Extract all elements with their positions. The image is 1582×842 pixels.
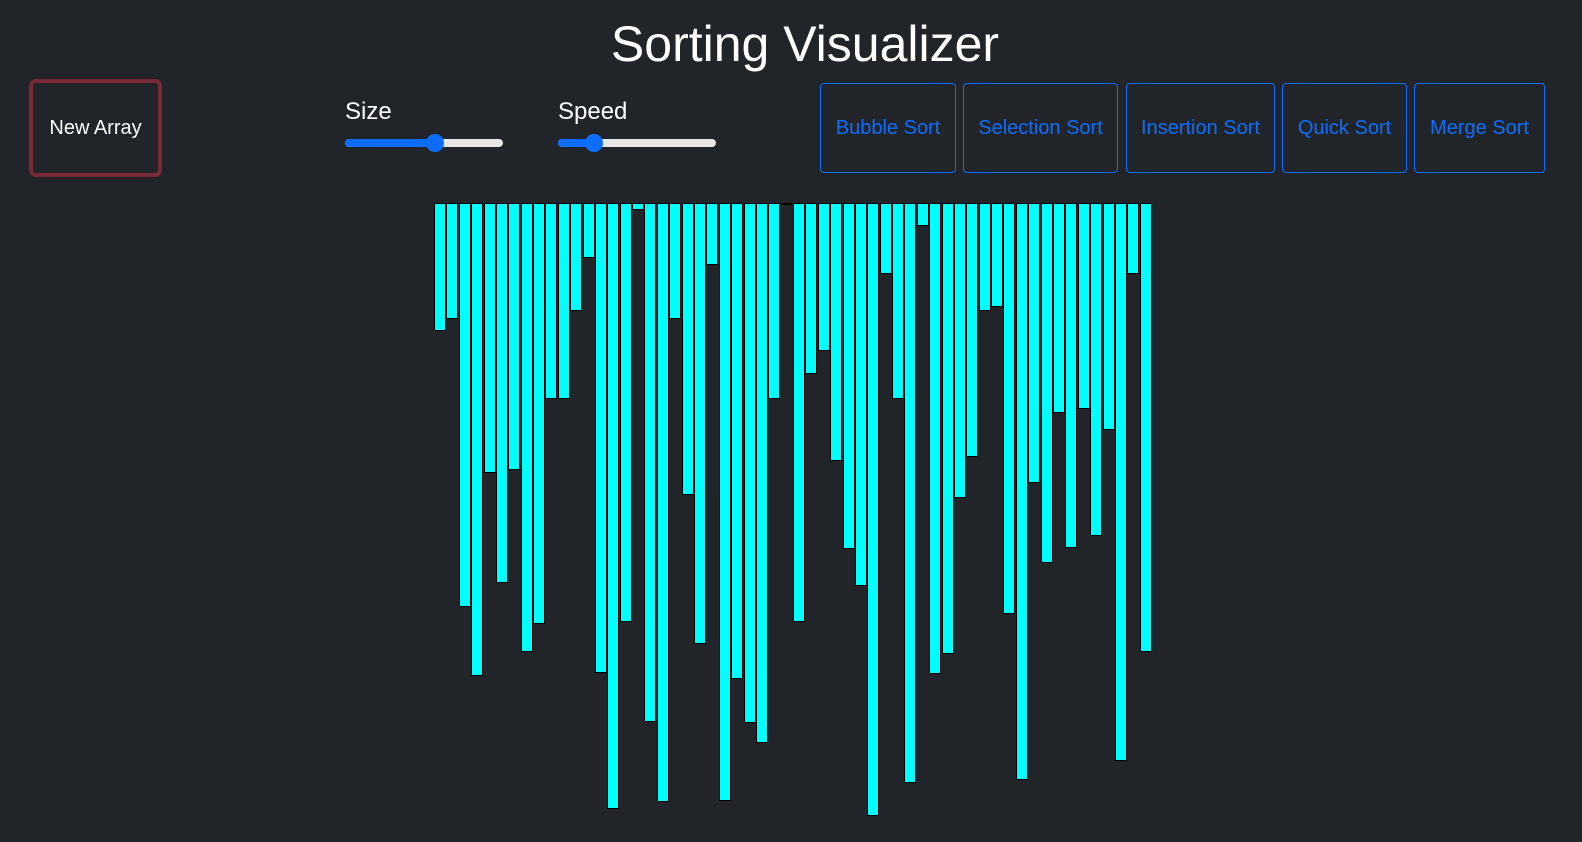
array-bar — [533, 203, 545, 624]
array-bar — [1140, 203, 1152, 652]
array-bar — [446, 203, 458, 319]
array-bar — [818, 203, 830, 351]
app-root: Sorting Visualizer New Array Size Speed … — [0, 0, 1582, 842]
array-bar — [942, 203, 954, 654]
array-bar — [880, 203, 892, 274]
insertion-sort-button[interactable]: Insertion Sort — [1126, 83, 1275, 173]
array-bar — [892, 203, 904, 399]
array-bar — [521, 203, 533, 652]
array-bar — [545, 203, 557, 399]
new-array-button[interactable]: New Array — [29, 79, 162, 177]
selection-sort-button[interactable]: Selection Sort — [963, 83, 1118, 173]
array-bar — [1127, 203, 1139, 274]
array-bar — [508, 203, 520, 470]
size-slider-fill — [345, 139, 435, 147]
array-bar — [620, 203, 632, 622]
array-bar — [793, 203, 805, 622]
array-bar — [1115, 203, 1127, 761]
array-bar — [1078, 203, 1090, 409]
array-bar — [471, 203, 483, 676]
array-bar — [583, 203, 595, 258]
speed-control: Speed — [558, 97, 718, 152]
array-bar — [496, 203, 508, 583]
speed-slider[interactable] — [558, 134, 716, 152]
array-bar — [768, 203, 780, 399]
quick-sort-button[interactable]: Quick Sort — [1282, 83, 1407, 173]
array-bar — [1003, 203, 1015, 614]
array-bar — [706, 203, 718, 265]
array-bar — [855, 203, 867, 586]
array-bar — [929, 203, 941, 674]
array-bar — [1016, 203, 1028, 780]
array-bar — [607, 203, 619, 809]
array-bar — [459, 203, 471, 607]
array-bar — [434, 203, 446, 331]
array-bar — [644, 203, 656, 722]
speed-slider-thumb[interactable] — [585, 134, 603, 152]
array-bar — [954, 203, 966, 498]
array-bar — [632, 203, 644, 210]
size-label: Size — [345, 98, 392, 125]
array-bar — [744, 203, 756, 723]
array-bar — [1090, 203, 1102, 536]
page-title: Sorting Visualizer — [610, 16, 1000, 72]
array-bar — [657, 203, 669, 802]
array-bar — [595, 203, 607, 673]
array-bar — [682, 203, 694, 495]
array-bar — [484, 203, 496, 473]
array-bar — [830, 203, 842, 461]
size-slider-thumb[interactable] — [426, 134, 444, 152]
array-bar — [1053, 203, 1065, 413]
array-bar — [1041, 203, 1053, 563]
array-bar — [966, 203, 978, 457]
size-slider[interactable] — [345, 134, 503, 152]
array-bar — [756, 203, 768, 743]
array-bar — [570, 203, 582, 311]
array-bar — [843, 203, 855, 549]
array-bar — [719, 203, 731, 801]
size-control: Size — [345, 97, 505, 152]
bubble-sort-button[interactable]: Bubble Sort — [820, 83, 956, 173]
array-bar — [1103, 203, 1115, 430]
array-bar — [991, 203, 1003, 307]
array-bar — [694, 203, 706, 644]
array-bar — [1065, 203, 1077, 548]
array-bar — [669, 203, 681, 319]
array-bar — [731, 203, 743, 679]
merge-sort-button[interactable]: Merge Sort — [1414, 83, 1545, 173]
array-bar — [979, 203, 991, 311]
array-bar — [867, 203, 879, 816]
array-bar — [904, 203, 916, 783]
array-bar — [1028, 203, 1040, 483]
array-bar — [917, 203, 929, 226]
array-bar — [781, 203, 793, 205]
array-bar — [558, 203, 570, 399]
speed-label: Speed — [558, 98, 628, 125]
array-bar — [805, 203, 817, 374]
